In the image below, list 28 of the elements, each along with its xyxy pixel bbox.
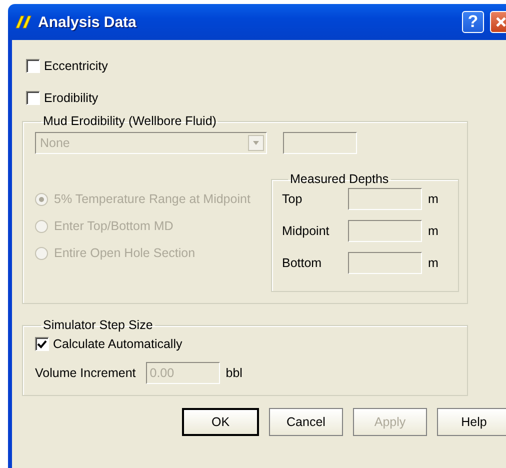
dialog-button[interactable]: Cancel	[269, 408, 343, 436]
dialog-button[interactable]: OK	[182, 408, 259, 436]
unit-label: m	[428, 256, 438, 270]
logo-icon	[14, 14, 32, 30]
radio-label: 5% Temperature Range at Midpoint	[54, 192, 250, 206]
unit-label: m	[428, 224, 438, 238]
radio-label: Entire Open Hole Section	[54, 246, 196, 260]
group-title: Mud Erodibility (Wellbore Fluid)	[42, 114, 218, 128]
checkbox-label: Eccentricity	[44, 59, 108, 73]
checkbox[interactable]	[26, 59, 40, 73]
checkbox[interactable]	[26, 91, 40, 105]
field-label: Volume Increment	[35, 366, 136, 380]
checkbox[interactable]	[35, 337, 49, 351]
field-label: Midpoint	[282, 224, 330, 238]
radio-label: Enter Top/Bottom MD	[54, 219, 174, 233]
unit-label: bbl	[226, 366, 242, 380]
window-title: Analysis Data	[38, 14, 138, 30]
unit-label: m	[428, 192, 438, 206]
checkbox-label: Calculate Automatically	[53, 337, 182, 351]
checkbox-label: Erodibility	[44, 91, 98, 105]
group-title: Measured Depths	[289, 172, 390, 186]
field-label: Top	[282, 192, 304, 206]
close-button[interactable]	[490, 11, 506, 33]
help-button[interactable]: ?	[462, 11, 484, 33]
dialog-button[interactable]: Help	[437, 408, 506, 436]
close-icon	[495, 16, 506, 28]
group-title: Simulator Step Size	[42, 318, 154, 332]
field-label: Bottom	[282, 256, 323, 270]
